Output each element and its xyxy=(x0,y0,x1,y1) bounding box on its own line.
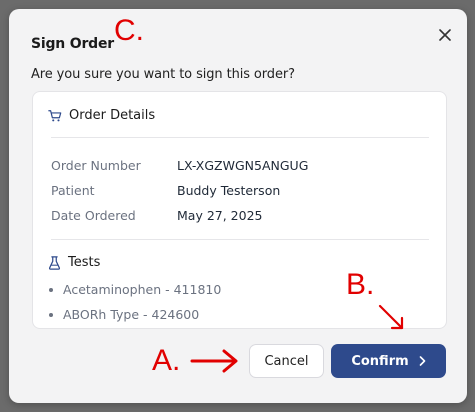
arrow-a xyxy=(190,349,238,373)
arrow-b xyxy=(378,304,404,330)
annotation-arrows xyxy=(190,304,404,373)
